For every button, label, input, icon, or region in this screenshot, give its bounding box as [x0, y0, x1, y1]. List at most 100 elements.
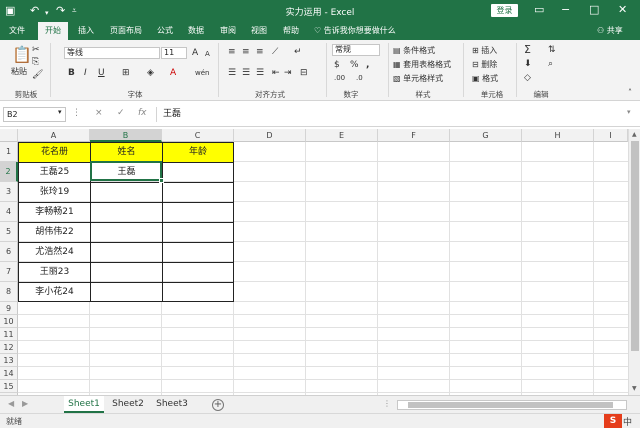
row-header[interactable]: 8 — [0, 282, 18, 302]
clear-icon[interactable]: ◇ — [524, 73, 531, 83]
minimize-icon[interactable]: − — [561, 3, 570, 17]
horizontal-scroll-thumb[interactable] — [408, 402, 613, 408]
align-left-icon[interactable]: ☰ — [228, 68, 236, 78]
decrease-decimal-icon[interactable]: .0 — [356, 73, 363, 83]
scroll-down-icon[interactable]: ▼ — [632, 385, 637, 392]
format-painter-icon[interactable]: 🖌 — [32, 70, 43, 80]
increase-font-icon[interactable]: A — [192, 48, 198, 58]
worksheet-grid[interactable]: A B C D E F G H I 1 2 3 4 5 6 7 8 9 10 1… — [0, 129, 628, 395]
name-box[interactable]: B2 — [3, 107, 66, 122]
sheet-tab-3[interactable]: Sheet3 — [152, 396, 192, 413]
table-cell[interactable] — [90, 242, 162, 262]
row-header[interactable]: 10 — [0, 315, 18, 328]
tab-help[interactable]: 帮助 — [279, 22, 303, 40]
row-header[interactable]: 6 — [0, 242, 18, 262]
find-select-icon[interactable]: ⌕ — [548, 59, 553, 69]
ribbon-display-icon[interactable]: ▭ — [534, 3, 544, 17]
cell-styles-button[interactable]: ▧ 单元格样式 — [393, 73, 443, 84]
add-sheet-icon[interactable]: + — [212, 399, 224, 411]
indent-increase-icon[interactable]: ⇥ — [284, 68, 292, 78]
header-cell[interactable]: 姓名 — [90, 142, 162, 162]
format-as-table-button[interactable]: ▦ 套用表格格式 — [393, 59, 451, 70]
font-size-select[interactable]: 11 — [161, 47, 187, 59]
table-cell[interactable]: 张玲19 — [18, 182, 90, 202]
tab-data[interactable]: 数据 — [184, 22, 208, 40]
table-cell[interactable] — [162, 262, 234, 282]
indent-decrease-icon[interactable]: ⇤ — [272, 68, 280, 78]
column-header[interactable]: F — [378, 129, 450, 142]
horizontal-scrollbar[interactable] — [397, 400, 627, 410]
fill-color-icon[interactable]: ◈ — [147, 68, 154, 78]
percent-icon[interactable]: % — [350, 60, 359, 70]
sheet-tab-1[interactable]: Sheet1 — [64, 396, 104, 413]
align-bottom-icon[interactable]: ≡ — [256, 47, 264, 57]
insert-cells-button[interactable]: ⊞ 插入 — [472, 45, 497, 56]
align-center-icon[interactable]: ☰ — [242, 68, 250, 78]
vertical-scroll-thumb[interactable] — [631, 141, 639, 351]
row-header[interactable]: 14 — [0, 367, 18, 380]
row-header[interactable]: 15 — [0, 380, 18, 393]
tab-page-layout[interactable]: 页面布局 — [105, 22, 147, 40]
next-sheet-icon[interactable]: ▶ — [22, 399, 28, 408]
align-middle-icon[interactable]: ≡ — [242, 47, 250, 57]
table-cell[interactable] — [90, 262, 162, 282]
bold-icon[interactable]: B — [68, 68, 75, 78]
align-top-icon[interactable]: ≡ — [228, 47, 236, 57]
table-cell[interactable] — [90, 202, 162, 222]
column-header[interactable]: G — [450, 129, 522, 142]
sheet-tab-2[interactable]: Sheet2 — [108, 396, 148, 413]
select-all-corner[interactable] — [0, 129, 18, 142]
wrap-text-icon[interactable]: ↵ — [294, 47, 302, 57]
row-header[interactable]: 11 — [0, 328, 18, 341]
login-button[interactable]: 登录 — [491, 4, 518, 17]
tab-formulas[interactable]: 公式 — [153, 22, 177, 40]
decrease-font-icon[interactable]: A — [205, 49, 210, 59]
table-cell[interactable] — [162, 242, 234, 262]
autosum-icon[interactable]: Σ — [524, 44, 531, 55]
row-header[interactable]: 9 — [0, 302, 18, 315]
prev-sheet-icon[interactable]: ◀ — [8, 399, 14, 408]
format-cells-button[interactable]: ▣ 格式 — [472, 73, 498, 84]
borders-icon[interactable]: ⊞ — [122, 68, 130, 78]
column-header[interactable]: E — [306, 129, 378, 142]
table-cell[interactable] — [90, 182, 162, 202]
row-header[interactable]: 5 — [0, 222, 18, 242]
row-header[interactable]: 12 — [0, 341, 18, 354]
table-cell[interactable] — [90, 282, 162, 302]
table-cell[interactable]: 王丽23 — [18, 262, 90, 282]
font-name-select[interactable]: 等线 — [64, 47, 160, 59]
conditional-format-button[interactable]: ▤ 条件格式 — [393, 45, 435, 56]
table-cell[interactable]: 李畅畅21 — [18, 202, 90, 222]
table-cell[interactable] — [162, 182, 234, 202]
orientation-icon[interactable]: ⟋ — [272, 47, 278, 57]
table-cell[interactable] — [162, 202, 234, 222]
header-cell[interactable]: 年龄 — [162, 142, 234, 162]
expand-formula-icon[interactable]: ▾ — [627, 108, 631, 116]
table-cell[interactable] — [90, 222, 162, 242]
table-cell[interactable]: 李小花24 — [18, 282, 90, 302]
merge-center-icon[interactable]: ⊟ — [300, 68, 308, 78]
table-cell[interactable]: 尤浩然24 — [18, 242, 90, 262]
delete-cells-button[interactable]: ⊟ 删除 — [472, 59, 497, 70]
column-header[interactable]: D — [234, 129, 306, 142]
table-cell[interactable]: 王磊25 — [18, 162, 90, 182]
tab-split-handle-icon[interactable]: ⋮ — [383, 399, 391, 408]
table-cell[interactable]: 胡伟伟22 — [18, 222, 90, 242]
column-header[interactable]: B — [90, 129, 162, 142]
vertical-scrollbar[interactable]: ▲ ▼ — [628, 129, 640, 395]
phonetic-icon[interactable]: wén — [195, 68, 209, 78]
copy-icon[interactable]: ⎘ — [32, 57, 39, 67]
number-format-select[interactable]: 常规 — [332, 44, 380, 56]
close-icon[interactable]: ✕ — [618, 3, 627, 17]
fill-handle[interactable] — [159, 178, 164, 183]
column-header[interactable]: I — [594, 129, 628, 142]
enter-icon[interactable]: ✓ — [117, 108, 125, 118]
sort-filter-icon[interactable]: ⇅ — [548, 45, 556, 55]
row-header[interactable]: 1 — [0, 142, 18, 162]
collapse-ribbon-icon[interactable]: ˄ — [628, 88, 632, 98]
scroll-up-icon[interactable]: ▲ — [632, 131, 637, 138]
increase-decimal-icon[interactable]: .00 — [334, 73, 345, 83]
share-button[interactable]: ⚇ 共享 — [597, 22, 623, 40]
font-color-icon[interactable]: A — [170, 68, 176, 78]
paste-icon[interactable]: 📋 — [12, 46, 32, 64]
